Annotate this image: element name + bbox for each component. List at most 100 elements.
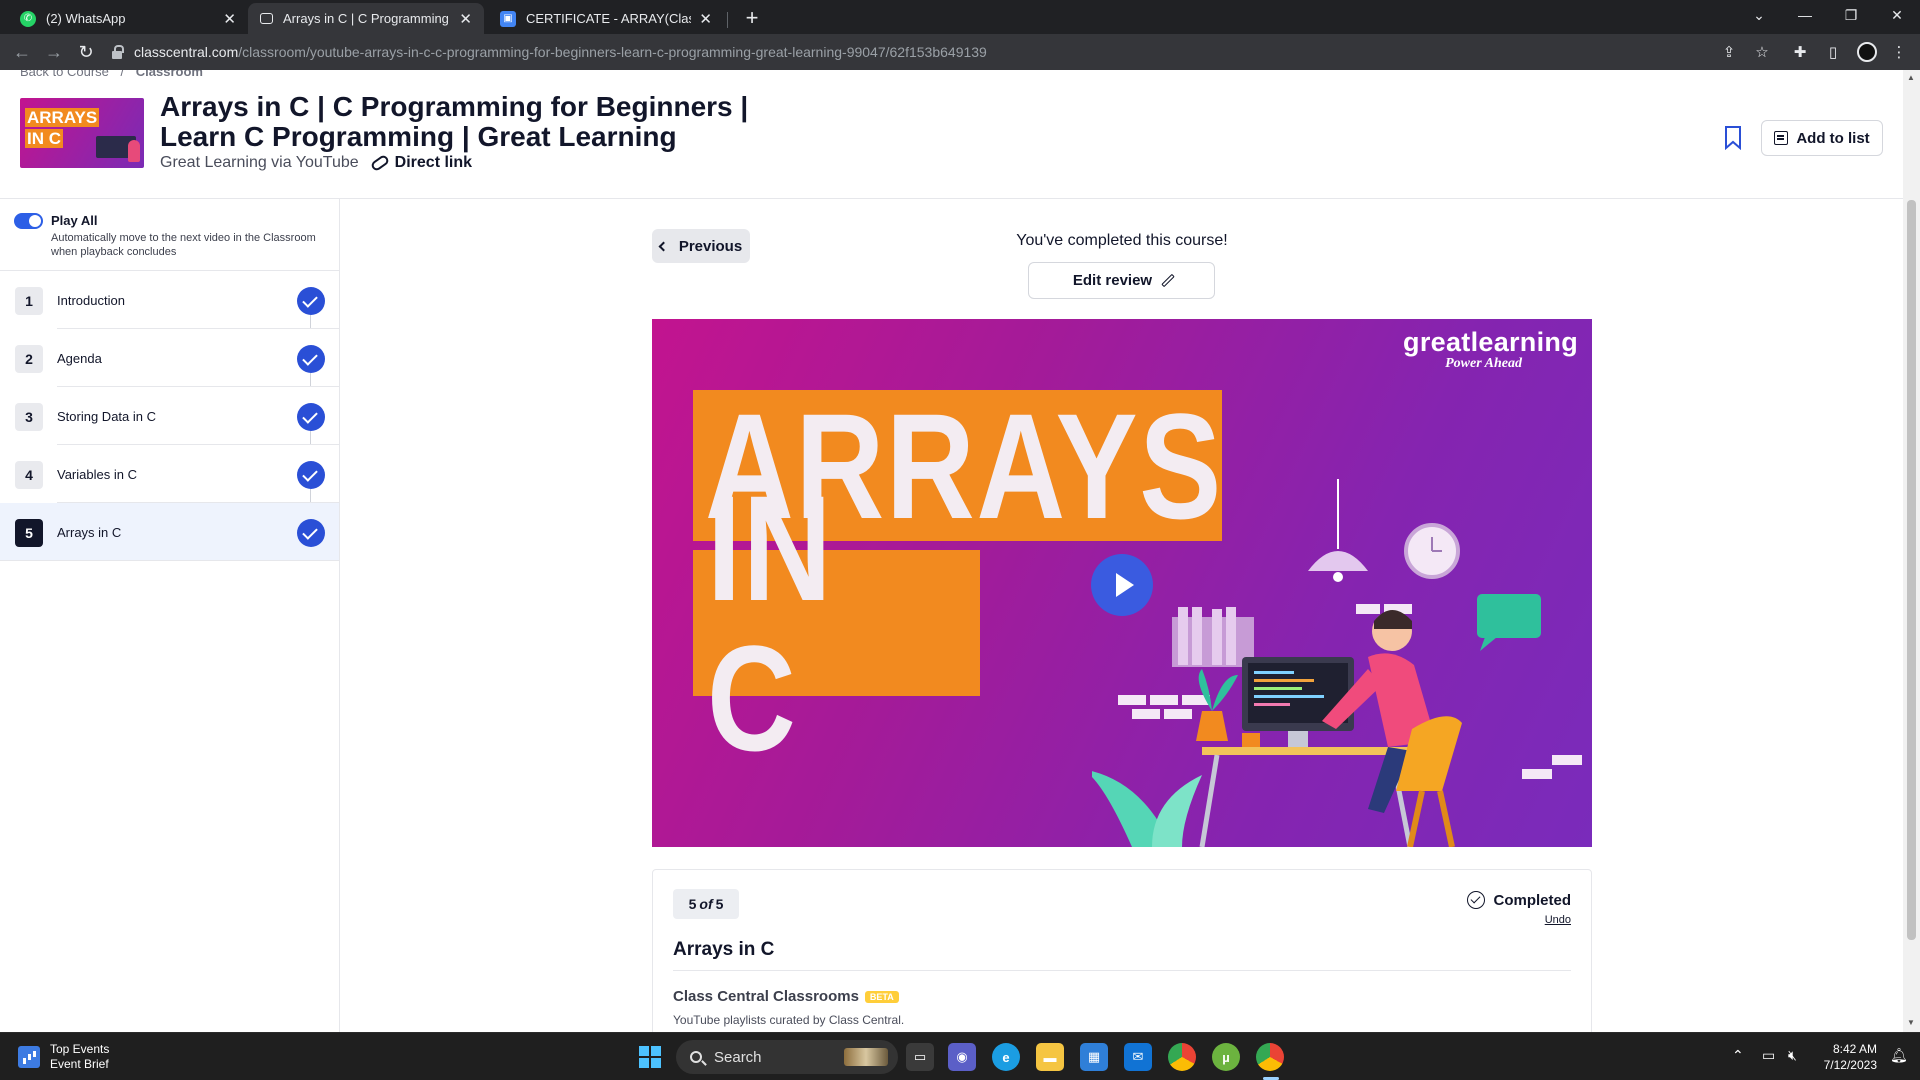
star-icon[interactable]: ☆: [1752, 42, 1772, 62]
close-tab-icon[interactable]: ✕: [223, 10, 236, 28]
breadcrumb: Back to Course / Classroom: [20, 70, 211, 79]
profile-avatar[interactable]: [1857, 42, 1877, 62]
video-title-text-2: IN C: [707, 464, 834, 782]
list-add-icon: [1774, 131, 1789, 145]
add-to-list-button[interactable]: Add to list: [1761, 120, 1883, 156]
video-title-line-2: IN C: [693, 473, 980, 773]
menu-icon[interactable]: ⋮: [1889, 42, 1909, 62]
network-icon[interactable]: ▭: [1762, 1047, 1775, 1064]
lesson-number: 5: [15, 519, 43, 547]
scroll-down-arrow[interactable]: ▼: [1907, 1018, 1915, 1027]
start-tile: [639, 1046, 649, 1056]
lesson-number: 2: [15, 345, 43, 373]
scrollbar-thumb[interactable]: [1907, 200, 1916, 940]
close-tab-icon[interactable]: ✕: [459, 10, 472, 28]
close-window-button[interactable]: ✕: [1874, 0, 1920, 30]
start-tile: [639, 1058, 649, 1068]
completed-check-icon: [297, 403, 325, 431]
task-view-icon[interactable]: ▭: [906, 1043, 934, 1071]
address-bar[interactable]: classcentral.com/classroom/youtube-array…: [112, 38, 1712, 66]
progress-connector: [310, 315, 311, 329]
start-button[interactable]: [639, 1046, 661, 1068]
google-slides-icon: ▣: [500, 10, 516, 27]
forward-button[interactable]: →: [42, 40, 66, 64]
bookmark-icon[interactable]: [1724, 126, 1742, 150]
minimize-button[interactable]: —: [1782, 0, 1828, 30]
new-tab-button[interactable]: +: [738, 4, 766, 32]
restore-button[interactable]: ❐: [1828, 0, 1874, 30]
lesson-item-current[interactable]: 5 Arrays in C: [0, 503, 339, 561]
windows-taskbar: Top Events Event Brief Search ▭ ◉ e ▬ ▦ …: [0, 1032, 1920, 1080]
lesson-name: Agenda: [57, 351, 102, 366]
video-player[interactable]: greatlearning Power Ahead ARRAYS IN C: [652, 319, 1592, 847]
taskbar-search[interactable]: Search: [676, 1040, 898, 1074]
utorrent-icon[interactable]: µ: [1212, 1043, 1240, 1071]
completed-check-icon: [297, 461, 325, 489]
direct-link[interactable]: Direct link: [369, 153, 472, 173]
lesson-item[interactable]: 3 Storing Data in C: [0, 387, 339, 445]
play-all-title: Play All: [51, 213, 98, 228]
side-panel-icon[interactable]: ▯: [1823, 42, 1843, 62]
mail-icon[interactable]: ✉: [1124, 1043, 1152, 1071]
lesson-item[interactable]: 2 Agenda: [0, 329, 339, 387]
tab-certificate[interactable]: ▣ CERTIFICATE - ARRAY(Class Centr ✕: [488, 3, 724, 34]
edge-icon[interactable]: e: [992, 1043, 1020, 1071]
course-title: Arrays in C | C Programming for Beginner…: [160, 91, 749, 152]
previous-button[interactable]: Previous: [652, 229, 750, 263]
scroll-up-arrow[interactable]: ▲: [1907, 73, 1915, 82]
pencil-icon: [1161, 273, 1175, 288]
page-scrollbar[interactable]: ▲ ▼: [1903, 70, 1920, 1032]
completed-label: Completed: [1493, 891, 1571, 909]
start-tile: [651, 1046, 661, 1056]
chevron-left-icon: [658, 241, 669, 251]
system-clock[interactable]: 8:42 AM 7/12/2023: [1815, 1041, 1877, 1073]
classrooms-title: Class Central Classrooms: [673, 988, 859, 1005]
lesson-item[interactable]: 1 Introduction: [0, 271, 339, 329]
tab-title: CERTIFICATE - ARRAY(Class Centr: [526, 11, 691, 26]
widgets-button[interactable]: Top Events Event Brief: [18, 1042, 109, 1072]
lesson-name: Arrays in C: [57, 525, 122, 540]
reload-button[interactable]: ↻: [74, 40, 98, 64]
tab-title: Arrays in C | C Programming for B: [283, 11, 451, 26]
chrome-profile-icon[interactable]: [1256, 1043, 1284, 1071]
file-explorer-icon[interactable]: ▬: [1036, 1043, 1064, 1071]
link-icon: [369, 153, 390, 173]
volume-muted-icon[interactable]: 🔇︎: [1788, 1047, 1797, 1064]
chrome-icon[interactable]: [1168, 1043, 1196, 1071]
show-hidden-icons[interactable]: ⌃: [1732, 1047, 1744, 1064]
widget-text: Top Events Event Brief: [50, 1042, 109, 1072]
clock-time: 8:42 AM: [1832, 1042, 1877, 1056]
play-button[interactable]: [1091, 554, 1153, 616]
notifications-icon[interactable]: 🔔︎: [1890, 1047, 1908, 1064]
classroom-sidebar: Play All Automatically move to the next …: [0, 199, 340, 1032]
teams-chat-icon[interactable]: ◉: [948, 1043, 976, 1071]
share-icon[interactable]: ⇪: [1719, 42, 1739, 62]
breadcrumb-separator: /: [120, 70, 125, 79]
course-provider-row: Great Learning via YouTube Direct link: [160, 153, 472, 173]
tab-classcentral[interactable]: Arrays in C | C Programming for B ✕: [248, 3, 484, 34]
lesson-info-card: 5 of 5 Completed Undo Arrays in C Class Ce…: [652, 869, 1592, 1032]
brand-tagline: Power Ahead: [1445, 356, 1522, 371]
search-label: Search: [714, 1048, 762, 1066]
lesson-item[interactable]: 4 Variables in C: [0, 445, 339, 503]
course-thumbnail: ARRAYS IN C: [20, 98, 144, 168]
edit-review-button[interactable]: Edit review: [1028, 262, 1215, 299]
microsoft-store-icon[interactable]: ▦: [1080, 1043, 1108, 1071]
completed-check-icon: [297, 287, 325, 315]
progress-connector: [310, 489, 311, 503]
close-tab-icon[interactable]: ✕: [699, 10, 712, 28]
progress-connector: [310, 431, 311, 445]
play-all-toggle[interactable]: [14, 213, 43, 229]
thumb-person: [128, 140, 140, 162]
tab-search-icon[interactable]: ⌄: [1736, 0, 1782, 30]
tab-whatsapp[interactable]: ✆ (2) WhatsApp ✕: [8, 3, 248, 34]
course-completed-message: You've completed this course!: [1016, 232, 1228, 249]
back-button[interactable]: ←: [10, 40, 34, 64]
clock-date: 7/12/2023: [1823, 1058, 1877, 1072]
undo-link[interactable]: Undo: [1545, 914, 1571, 926]
completed-check-icon: [297, 519, 325, 547]
count-current: 5: [688, 896, 697, 912]
thumb-text-1: ARRAYS: [25, 108, 100, 127]
extensions-icon[interactable]: ✚: [1790, 42, 1810, 62]
back-to-course-link[interactable]: Back to Course: [20, 70, 109, 79]
